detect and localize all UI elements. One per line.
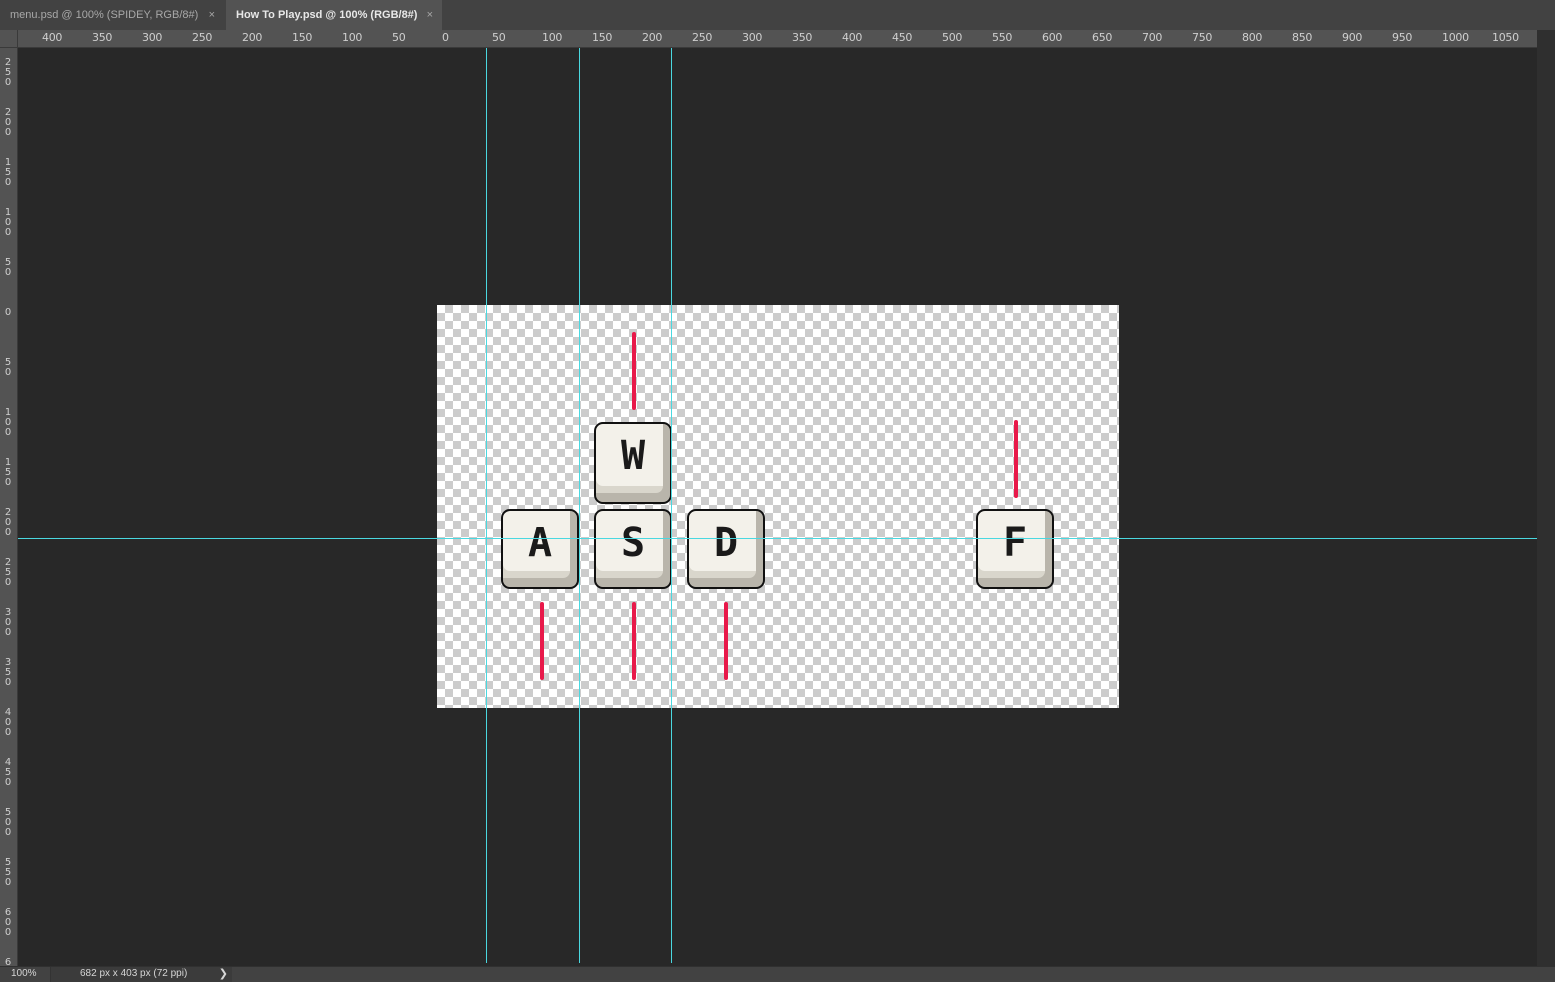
key-letter: W: [620, 433, 646, 479]
s-key: S: [594, 509, 672, 589]
ruler-tick-label: 100: [542, 31, 563, 44]
ruler-tick-label: 5 0: [4, 357, 12, 378]
ruler-tick-label: 1 0 0: [4, 407, 12, 438]
key-letter: S: [620, 520, 646, 566]
ruler-tick-label: 400: [42, 31, 63, 44]
ruler-tick-label: 1 5 0: [4, 457, 12, 488]
tab-label: How To Play.psd @ 100% (RGB/8#): [236, 9, 418, 21]
d-key: D: [687, 509, 765, 589]
ruler-tick-label: 800: [1242, 31, 1263, 44]
tab-how-to-play-psd[interactable]: How To Play.psd @ 100% (RGB/8#) ×: [226, 0, 442, 30]
ruler-tick-label: 600: [1042, 31, 1063, 44]
ruler-tick-label: 150: [592, 31, 613, 44]
ruler-tick-label: 300: [742, 31, 763, 44]
tab-label: menu.psd @ 100% (SPIDEY, RGB/8#): [10, 9, 199, 21]
ruler-tick-label: 50: [492, 31, 506, 44]
ruler-tick-label: 500: [942, 31, 963, 44]
close-icon[interactable]: ×: [209, 0, 215, 30]
key-letter: D: [713, 520, 739, 566]
ruler-tick-label: 50: [392, 31, 406, 44]
s-key-indicator-line: [632, 602, 636, 680]
ruler-tick-label: 5 5 0: [4, 857, 12, 888]
vertical-ruler[interactable]: 2 5 0 2 0 0 1 5 0 1 0 0 5 0 0 5 0 1 0 0 1 5 0 2 0…: [0, 48, 18, 966]
ruler-tick-label: 300: [142, 31, 163, 44]
ruler-tick-label: 6 0 0: [4, 907, 12, 938]
ruler-tick-label: 1 0 0: [4, 207, 12, 238]
ruler-tick-label: 2 0 0: [4, 107, 12, 138]
ruler-tick-label: 0: [442, 31, 449, 44]
ruler-tick-label: 1000: [1442, 31, 1469, 44]
ruler-tick-label: 6: [4, 957, 12, 967]
ruler-tick-label: 350: [792, 31, 813, 44]
d-key-indicator-line: [724, 602, 728, 680]
ruler-tick-label: 0: [4, 307, 12, 318]
key-letter: F: [1002, 520, 1028, 566]
ruler-tick-label: 5 0: [4, 257, 12, 278]
chevron-right-icon[interactable]: ❯: [219, 967, 228, 980]
horizontal-ruler[interactable]: 400 350 300 250 200 150 100 50 0 50 100 150 200 250 30…: [18, 30, 1555, 48]
status-bar: 100% 682 px x 403 px (72 ppi) ❯: [0, 966, 1555, 982]
ruler-tick-label: 3 5 0: [4, 657, 12, 688]
ruler-tick-label: 4 0 0: [4, 707, 12, 738]
guide-vertical[interactable]: [486, 48, 487, 963]
guide-horizontal[interactable]: [18, 538, 1537, 539]
ruler-tick-label: 200: [642, 31, 663, 44]
f-key-indicator-line: [1014, 420, 1018, 498]
ruler-tick-label: 3 0 0: [4, 607, 12, 638]
ruler-corner[interactable]: [0, 30, 18, 48]
ruler-tick-label: 1 5 0: [4, 157, 12, 188]
ruler-tick-label: 950: [1392, 31, 1413, 44]
ruler-tick-label: 2 0 0: [4, 507, 12, 538]
ruler-tick-label: 350: [92, 31, 113, 44]
ruler-tick-label: 450: [892, 31, 913, 44]
ruler-tick-label: 1050: [1492, 31, 1519, 44]
ruler-tick-label: 400: [842, 31, 863, 44]
document-canvas[interactable]: W A S D F: [437, 305, 1119, 708]
vertical-scrollbar[interactable]: [1537, 30, 1555, 966]
ruler-tick-label: 250: [692, 31, 713, 44]
a-key: A: [501, 509, 579, 589]
w-key: W: [594, 422, 672, 504]
guide-vertical[interactable]: [579, 48, 580, 963]
zoom-level[interactable]: 100%: [11, 968, 37, 979]
ruler-tick-label: 4 5 0: [4, 757, 12, 788]
a-key-indicator-line: [540, 602, 544, 680]
ruler-tick-label: 150: [292, 31, 313, 44]
ruler-tick-label: 700: [1142, 31, 1163, 44]
document-info-field[interactable]: 682 px x 403 px (72 ppi) ❯: [50, 967, 232, 982]
ruler-tick-label: 250: [192, 31, 213, 44]
close-icon[interactable]: ×: [427, 0, 433, 30]
f-key: F: [976, 509, 1054, 589]
document-size-text: 682 px x 403 px (72 ppi): [80, 968, 188, 979]
ruler-tick-label: 200: [242, 31, 263, 44]
ruler-tick-label: 900: [1342, 31, 1363, 44]
w-key-indicator-line: [632, 332, 636, 410]
ruler-tick-label: 750: [1192, 31, 1213, 44]
ruler-tick-label: 2 5 0: [4, 557, 12, 588]
key-letter: A: [527, 520, 553, 566]
ruler-tick-label: 5 0 0: [4, 807, 12, 838]
ruler-tick-label: 650: [1092, 31, 1113, 44]
ruler-tick-label: 2 5 0: [4, 57, 12, 88]
ruler-tick-label: 550: [992, 31, 1013, 44]
tab-menu-psd[interactable]: menu.psd @ 100% (SPIDEY, RGB/8#) ×: [0, 0, 224, 30]
guide-vertical[interactable]: [671, 48, 672, 963]
ruler-tick-label: 850: [1292, 31, 1313, 44]
document-tab-bar: menu.psd @ 100% (SPIDEY, RGB/8#) × How T…: [0, 0, 1555, 30]
ruler-tick-label: 100: [342, 31, 363, 44]
